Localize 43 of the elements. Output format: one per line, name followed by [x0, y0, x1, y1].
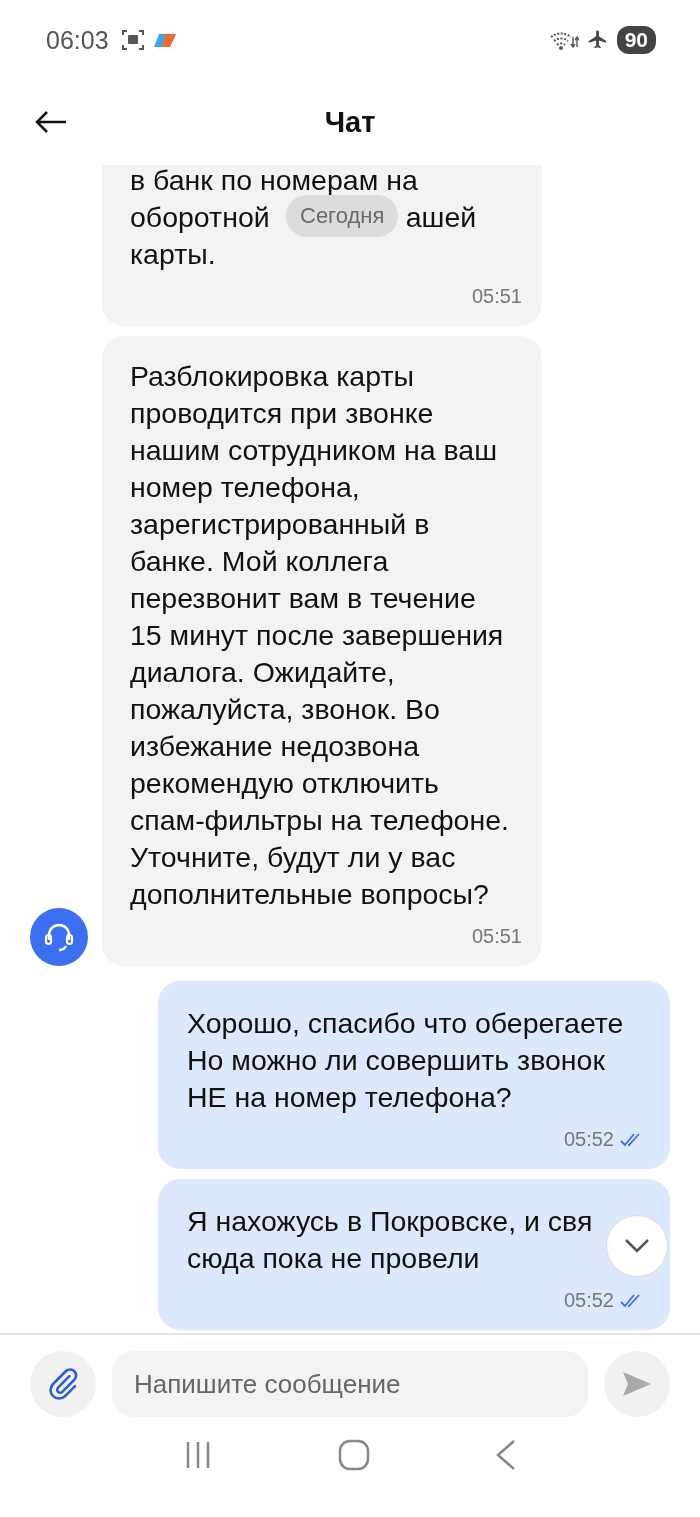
message-text: Я нахожусь в Покровске, и свя — [187, 1205, 593, 1237]
message-text: в банк по номерам на — [130, 165, 418, 196]
message-time: 05:51 — [471, 925, 522, 948]
message-text: ашей — [405, 201, 477, 233]
status-time: 06:03 — [46, 25, 109, 55]
back-arrow-icon — [34, 110, 68, 134]
message-text: НЕ на номер телефона? — [187, 1081, 512, 1113]
message-text: 15 минут после завершения — [130, 619, 504, 651]
home-icon[interactable] — [338, 1439, 370, 1471]
message-text: Разблокировка карты — [130, 360, 414, 392]
message-text: зарегистрированный в — [130, 508, 430, 540]
airplane-icon — [586, 29, 609, 51]
message-text: дополнительные вопросы? — [130, 878, 489, 910]
message-text: нашим сотрудником на ваш — [130, 434, 498, 466]
message-text: диалога. Ожидайте, — [130, 656, 395, 688]
date-chip: Сегодня — [286, 195, 399, 237]
message-text: Хорошо, спасибо что оберегаете — [187, 1007, 624, 1039]
battery-indicator: 90 — [616, 26, 656, 54]
header-title: Чат — [324, 106, 376, 139]
message-text: избежание недозвона — [130, 730, 419, 762]
message-text: пожалуйста, звонок. Во — [130, 693, 440, 725]
message-text: оборотной — [130, 201, 270, 233]
message-text: Но можно ли совершить звонок — [187, 1044, 605, 1076]
message-time: 05:52 — [563, 1289, 614, 1312]
message-time: 05:52 — [563, 1128, 614, 1151]
send-icon — [621, 1370, 653, 1398]
screenshot-icon — [120, 29, 145, 51]
message-time: 05:51 — [471, 285, 522, 308]
message-text: карты. — [130, 238, 216, 270]
chevron-down-icon — [624, 1238, 650, 1254]
message-text: проводится при звонке — [130, 397, 434, 429]
message-text: перезвонит вам в течение — [130, 582, 476, 614]
wifi-icon — [548, 29, 579, 51]
app-logo-icon — [152, 32, 177, 48]
support-avatar-icon — [30, 908, 88, 966]
message-text: номер телефона, — [130, 471, 360, 503]
message-text: рекомендую отключить — [130, 767, 439, 799]
message-text: банке. Мой коллега — [130, 545, 389, 577]
paperclip-icon — [46, 1367, 80, 1401]
message-text: спам-фильтры на телефоне. — [130, 804, 509, 836]
message-input[interactable]: Напишите сообщение — [112, 1351, 588, 1417]
message-text: сюда пока не провели — [187, 1242, 480, 1274]
message-text: Уточните, будут ли у вас — [130, 841, 456, 873]
